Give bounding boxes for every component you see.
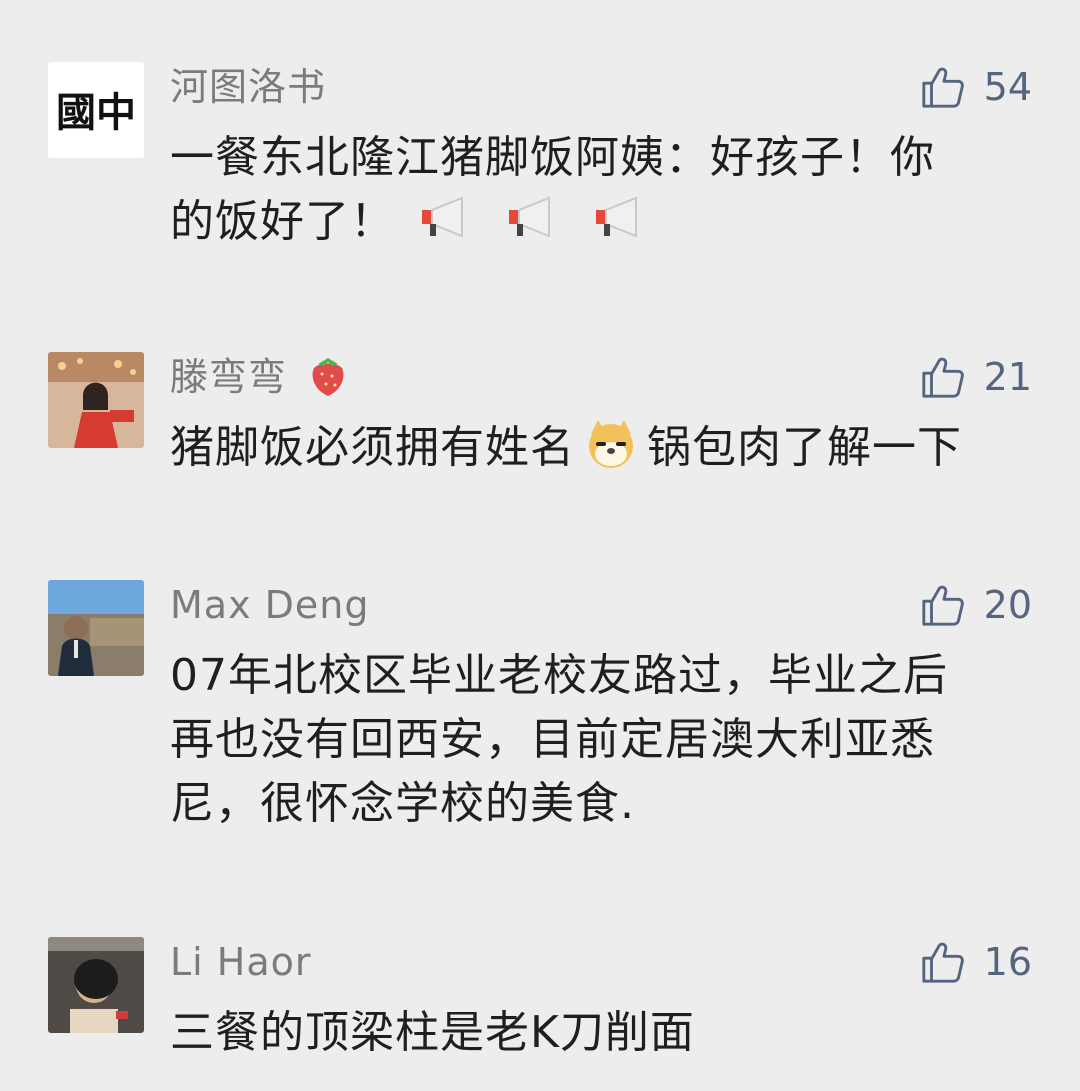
comment-text: 一餐东北隆江猪脚饭阿姨：好孩子！你 的饭好了！: [170, 126, 1040, 254]
like-button[interactable]: 20: [920, 580, 1032, 630]
comment-text-segment: 锅包肉了解一下: [647, 422, 962, 473]
like-button[interactable]: 54: [920, 62, 1032, 112]
avatar[interactable]: [48, 352, 144, 448]
username-text: 滕弯弯: [170, 355, 288, 399]
megaphone-icon: [596, 196, 637, 238]
like-count: 54: [983, 65, 1032, 109]
thumbs-up-icon: [922, 357, 964, 398]
username[interactable]: Max Deng: [170, 580, 369, 630]
like-button[interactable]: 21: [920, 352, 1032, 402]
thumbs-up-icon: [922, 67, 964, 108]
doge-icon: [589, 420, 633, 468]
comment-text-line: 再也没有回西安，目前定居澳大利亚悉: [170, 714, 935, 765]
avatar[interactable]: [48, 937, 144, 1033]
like-button[interactable]: 16: [920, 937, 1032, 987]
comment-item: Li Haor 16 三餐的顶梁柱是老K刀削面: [0, 910, 1080, 1091]
comment-text-segment: 的饭好了！: [170, 196, 395, 247]
megaphone-icon: [509, 196, 550, 238]
avatar[interactable]: [48, 580, 144, 676]
comment-text-segment: 猪脚饭必须拥有姓名: [170, 422, 575, 473]
thumbs-up-icon: [922, 585, 964, 626]
strawberry-icon: [312, 358, 344, 396]
comment-text: 三餐的顶梁柱是老K刀削面: [170, 1001, 1040, 1065]
comment-text-line: 三餐的顶梁柱是老K刀削面: [170, 1007, 695, 1058]
like-count: 16: [983, 940, 1032, 984]
comment-text-line: 的饭好了！: [170, 190, 1040, 254]
comment-item: Max Deng 20 07年北校区毕业老校友路过，毕业之后 再也没有回西安，目…: [0, 550, 1080, 910]
username[interactable]: 河图洛书: [170, 62, 326, 112]
comment-text-line: 07年北校区毕业老校友路过，毕业之后: [170, 650, 948, 701]
comment-item: 滕弯弯 21 猪脚饭必须拥有姓名 锅包肉了解一下: [0, 280, 1080, 550]
like-count: 20: [983, 583, 1032, 627]
comment-text: 猪脚饭必须拥有姓名 锅包肉了解一下: [170, 416, 1040, 480]
megaphone-icon: [422, 196, 463, 238]
comment-text-line: 一餐东北隆江猪脚饭阿姨：好孩子！你: [170, 132, 935, 183]
comment-text: 07年北校区毕业老校友路过，毕业之后 再也没有回西安，目前定居澳大利亚悉 尼，很…: [170, 644, 1040, 836]
comment-item: 國中 河图洛书 54 一餐东北隆江猪脚饭阿姨：好孩子！你 的饭好了！: [0, 0, 1080, 280]
like-count: 21: [983, 355, 1032, 399]
avatar-logo-text: 國中: [56, 89, 136, 136]
username[interactable]: 滕弯弯: [170, 352, 352, 402]
thumbs-up-icon: [922, 942, 964, 983]
comment-text-line: 尼，很怀念学校的美食.: [170, 778, 635, 829]
username[interactable]: Li Haor: [170, 937, 312, 987]
avatar[interactable]: 國中: [48, 62, 144, 158]
